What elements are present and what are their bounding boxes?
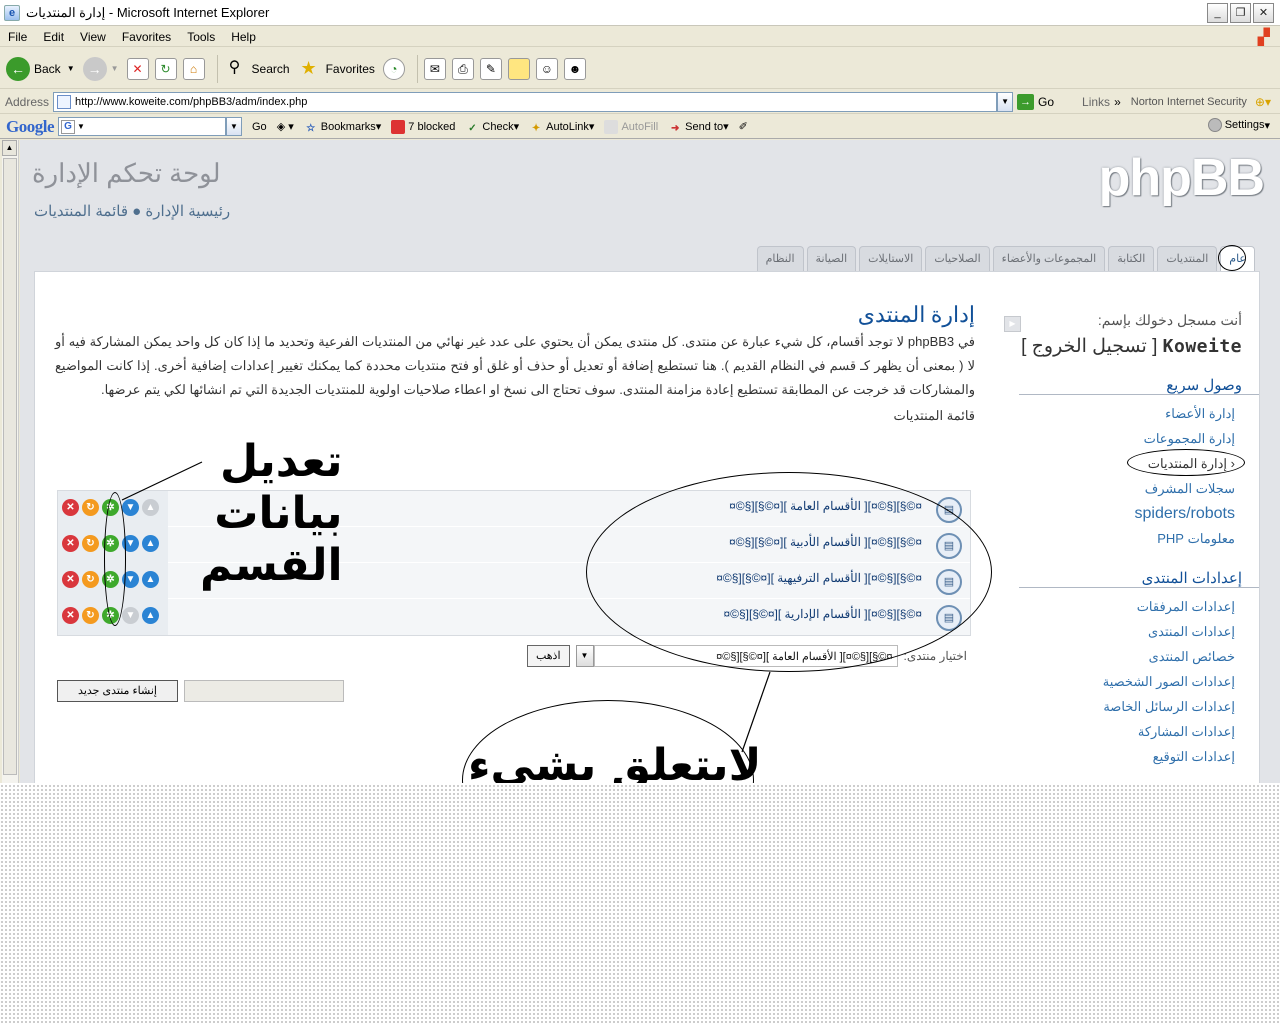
- annotation-lines: [121, 461, 771, 753]
- edit-annotation: تعديل بيانات القسم: [200, 436, 343, 591]
- bottom-annotation: لايتعلق بشيء: [468, 740, 762, 783]
- cropped-area: [0, 783, 1280, 1024]
- ie-window: e إدارة المنتديات - Microsoft Internet E…: [0, 0, 1280, 783]
